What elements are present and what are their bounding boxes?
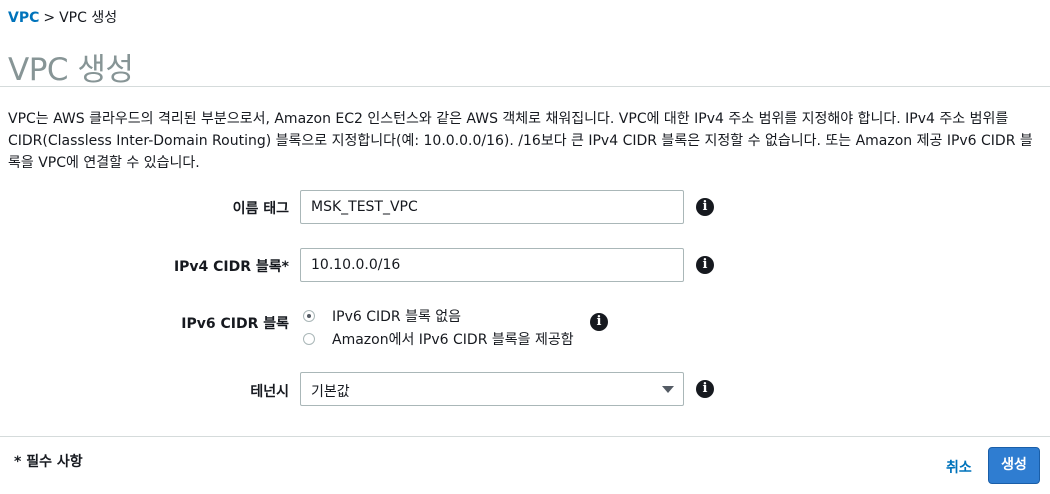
breadcrumb-vpc-link[interactable]: VPC: [8, 10, 39, 26]
tenancy-info-icon[interactable]: i: [696, 380, 714, 398]
tenancy-select[interactable]: 기본값: [300, 372, 684, 406]
ipv4-cidr-input[interactable]: [300, 248, 684, 282]
footer-divider: [0, 436, 1050, 437]
page-description: VPC는 AWS 클라우드의 격리된 부분으로서, Amazon EC2 인스턴…: [8, 111, 1033, 171]
caret-down-icon: [662, 386, 674, 393]
radio-button[interactable]: [303, 333, 315, 345]
ipv6-option-amazon[interactable]: Amazon에서 IPv6 CIDR 블록을 제공함: [303, 329, 574, 349]
breadcrumb-current: VPC 생성: [59, 10, 118, 26]
radio-button-selected[interactable]: [303, 310, 315, 322]
tenancy-selected-value: 기본값: [311, 384, 350, 400]
tenancy-label: 테넌시: [250, 384, 289, 400]
name-tag-input[interactable]: [300, 190, 684, 224]
ipv4-cidr-info-icon[interactable]: i: [696, 256, 714, 274]
required-note: * 필수 사항: [14, 454, 83, 470]
ipv6-option-none[interactable]: IPv6 CIDR 블록 없음: [303, 306, 461, 326]
create-button[interactable]: 생성: [988, 447, 1040, 484]
breadcrumb: VPC > VPC 생성: [8, 7, 117, 27]
ipv6-option-amazon-label: Amazon에서 IPv6 CIDR 블록을 제공함: [332, 332, 574, 348]
ipv6-option-none-label: IPv6 CIDR 블록 없음: [332, 309, 462, 325]
ipv6-cidr-label: IPv6 CIDR 블록: [181, 316, 289, 332]
title-divider: [0, 86, 1050, 87]
cancel-button[interactable]: 취소: [946, 457, 972, 477]
page-title: VPC 생성: [8, 52, 134, 88]
ipv6-cidr-info-icon[interactable]: i: [590, 313, 608, 331]
name-tag-label: 이름 태그: [232, 201, 289, 217]
name-tag-info-icon[interactable]: i: [696, 198, 714, 216]
breadcrumb-separator: >: [43, 10, 56, 26]
ipv4-cidr-label: IPv4 CIDR 블록*: [173, 259, 289, 275]
